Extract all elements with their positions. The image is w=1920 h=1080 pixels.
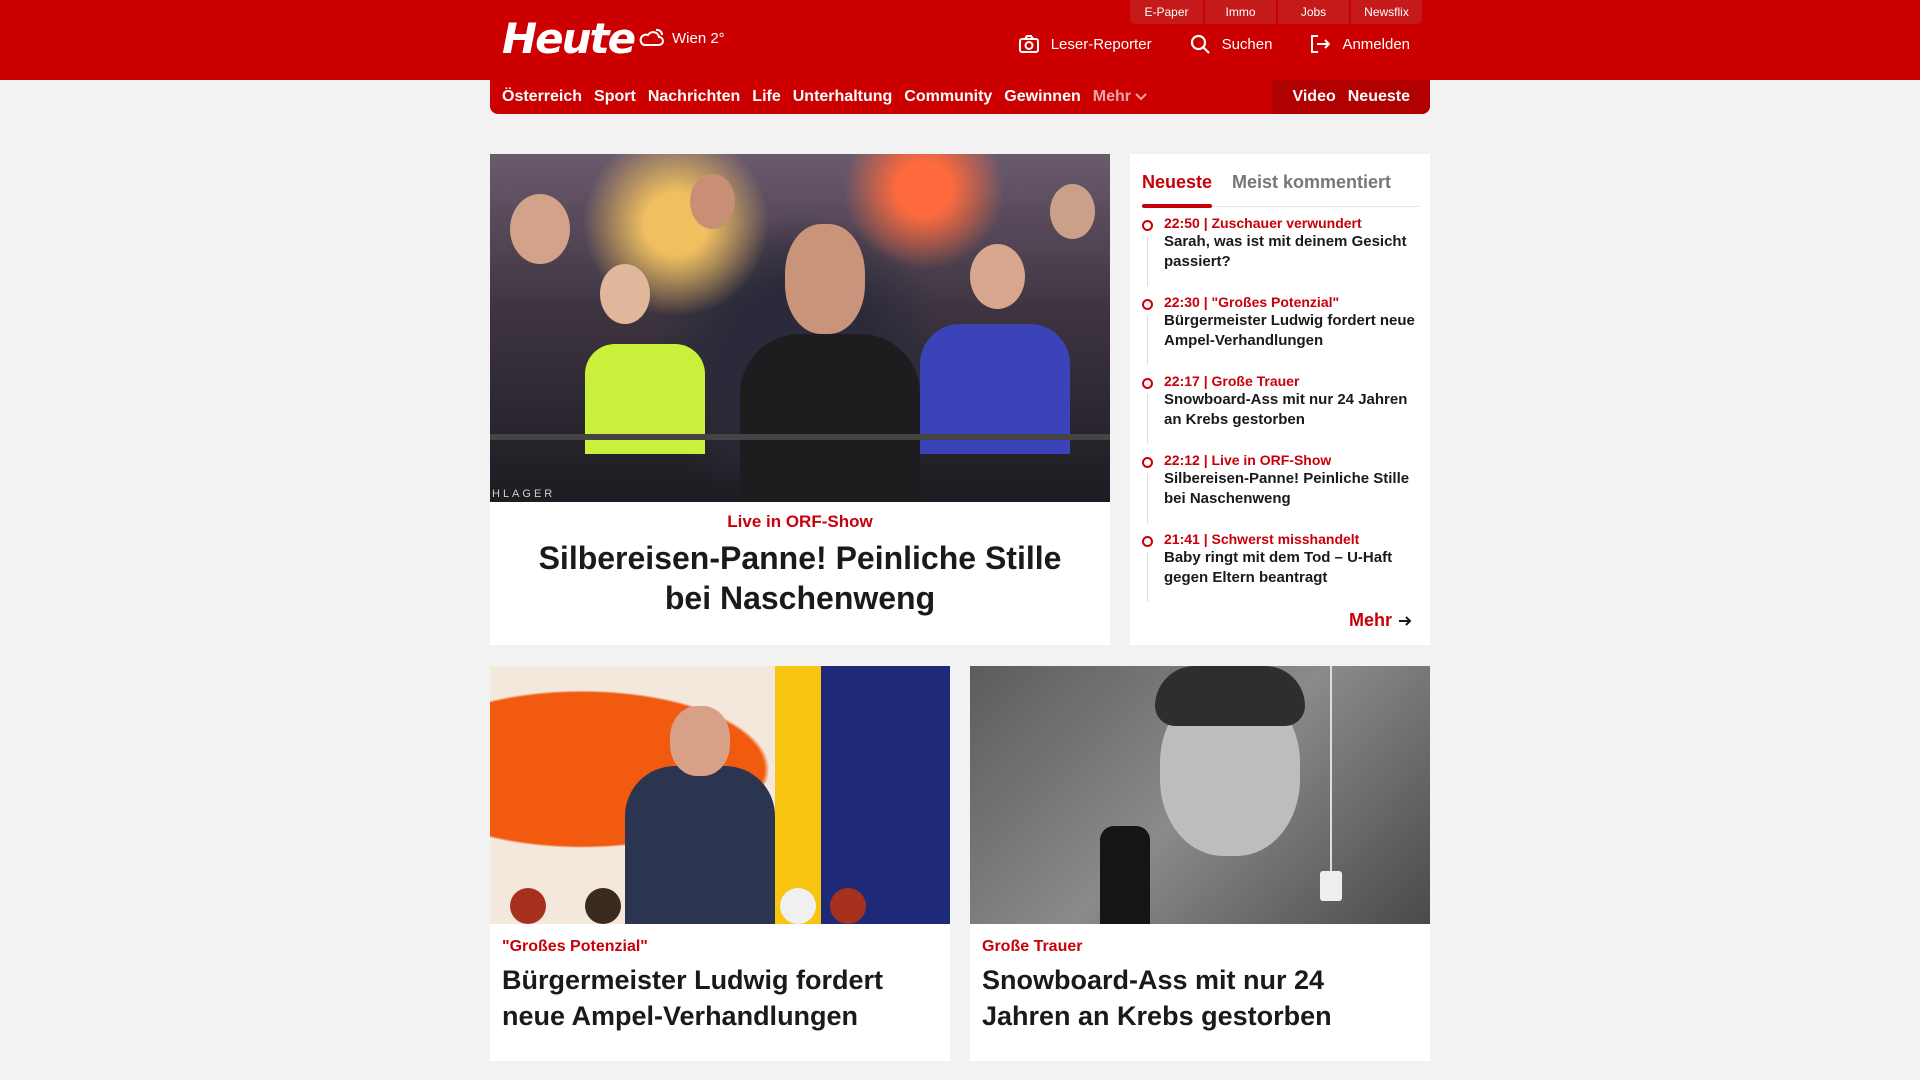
login-button[interactable]: Anmelden [1310, 34, 1410, 54]
weather-widget[interactable]: Wien 2° [638, 26, 725, 50]
nav-item-video[interactable]: Video [1292, 88, 1335, 106]
feed-meta: 22:50 | Zuschauer verwundert [1164, 215, 1362, 231]
nav-more-label: Mehr [1092, 88, 1131, 105]
camera-icon [1018, 35, 1039, 53]
nav-item-neueste[interactable]: Neueste [1348, 88, 1410, 106]
article-card-snowboard[interactable]: Große Trauer Snowboard-Ass mit nur 24 Ja… [970, 666, 1430, 1061]
article-card-ludwig[interactable]: "Großes Potenzial" Bürgermeister Ludwig … [490, 666, 950, 1061]
nav-item-community[interactable]: Community [904, 88, 992, 106]
leser-reporter-label: Leser-Reporter [1050, 35, 1152, 53]
timeline-dot-icon [1142, 457, 1153, 468]
article-kicker: Große Trauer [982, 938, 1083, 955]
nav-item-life[interactable]: Life [752, 88, 780, 106]
feed-title[interactable]: Snowboard-Ass mit nur 24 Jahren an Krebs… [1164, 390, 1422, 430]
timeline-dot-icon [1142, 536, 1153, 547]
cloud-sun-icon [639, 28, 664, 46]
nav-item-unterhaltung[interactable]: Unterhaltung [793, 88, 893, 106]
image-watermark: HLAGER [492, 488, 556, 500]
leser-reporter-button[interactable]: Leser-Reporter [1018, 34, 1152, 54]
article-kicker: "Großes Potenzial" [502, 938, 648, 955]
article-title[interactable]: Snowboard-Ass mit nur 24 Jahren an Krebs… [982, 962, 1418, 1034]
hero-image[interactable]: HLAGER [490, 154, 1110, 502]
sidebar-more-link[interactable]: Mehr [1349, 610, 1412, 631]
feed-item[interactable]: 22:12 | Live in ORF-Show Silbereisen-Pan… [1142, 451, 1422, 530]
feed-title[interactable]: Baby ringt mit dem Tod – U-Haft gegen El… [1164, 548, 1422, 588]
nav-item-gewinnen[interactable]: Gewinnen [1004, 88, 1080, 106]
feed-meta: 22:30 | "Großes Potenzial" [1164, 294, 1340, 310]
sidebar-more-label: Mehr [1348, 610, 1392, 630]
timeline-dot-icon [1142, 378, 1153, 389]
news-sidebar: Neueste Meist kommentiert 22:50 | Zuscha… [1130, 154, 1430, 645]
tab-meist-kommentiert[interactable]: Meist kommentiert [1232, 172, 1391, 193]
feed-title[interactable]: Bürgermeister Ludwig fordert neue Ampel-… [1164, 311, 1422, 351]
news-feed: 22:50 | Zuschauer verwundert Sarah, was … [1142, 214, 1422, 609]
tab-neueste[interactable]: Neueste [1142, 172, 1213, 208]
login-icon [1311, 35, 1331, 53]
feed-item[interactable]: 22:30 | "Großes Potenzial" Bürgermeister… [1142, 293, 1422, 372]
hero-article[interactable]: HLAGER Live in ORF-Show Silbereisen-Pann… [490, 154, 1110, 645]
feed-meta: 22:17 | Große Trauer [1164, 373, 1300, 389]
article-image[interactable] [490, 666, 950, 924]
heute-logo[interactable]: Heute [502, 14, 636, 63]
header-tools: Leser-Reporter Suchen Anmelden [981, 34, 1410, 54]
feed-title[interactable]: Sarah, was ist mit deinem Gesicht passie… [1164, 232, 1422, 272]
nav-more-dropdown[interactable]: Mehr [1093, 88, 1147, 106]
timeline-dot-icon [1142, 220, 1153, 231]
nav-item-sport[interactable]: Sport [594, 88, 636, 106]
search-icon [1190, 34, 1210, 54]
weather-label: Wien 2° [672, 29, 725, 47]
nav-right-group: Video Neueste [1272, 80, 1430, 114]
feed-item[interactable]: 22:50 | Zuschauer verwundert Sarah, was … [1142, 214, 1422, 293]
hero-kicker: Live in ORF-Show [727, 512, 873, 531]
logo-row: Heute Wien 2° Leser-Reporter Suchen Anme… [490, 0, 1430, 80]
main-nav: Österreich Sport Nachrichten Life Unterh… [490, 80, 1430, 114]
article-title[interactable]: Bürgermeister Ludwig fordert neue Ampel-… [502, 962, 938, 1034]
feed-meta: 21:41 | Schwerst misshandelt [1164, 531, 1360, 547]
nav-item-oesterreich[interactable]: Österreich [502, 88, 582, 106]
chevron-down-icon [1135, 93, 1147, 101]
timeline-dot-icon [1142, 299, 1153, 310]
feed-item[interactable]: 22:17 | Große Trauer Snowboard-Ass mit n… [1142, 372, 1422, 451]
search-label: Suchen [1221, 35, 1273, 53]
article-image[interactable] [970, 666, 1430, 924]
feed-item[interactable]: 21:41 | Schwerst misshandelt Baby ringt … [1142, 530, 1422, 609]
login-label: Anmelden [1342, 35, 1410, 53]
feed-title[interactable]: Silbereisen-Panne! Peinliche Stille bei … [1164, 469, 1422, 509]
arrow-right-icon [1399, 615, 1412, 626]
sidebar-tabs: Neueste Meist kommentiert [1142, 164, 1420, 208]
hero-title[interactable]: Silbereisen-Panne! Peinliche Stille bei … [518, 538, 1082, 618]
nav-item-nachrichten[interactable]: Nachrichten [648, 88, 740, 106]
search-button[interactable]: Suchen [1190, 34, 1273, 54]
feed-meta: 22:12 | Live in ORF-Show [1164, 452, 1332, 468]
